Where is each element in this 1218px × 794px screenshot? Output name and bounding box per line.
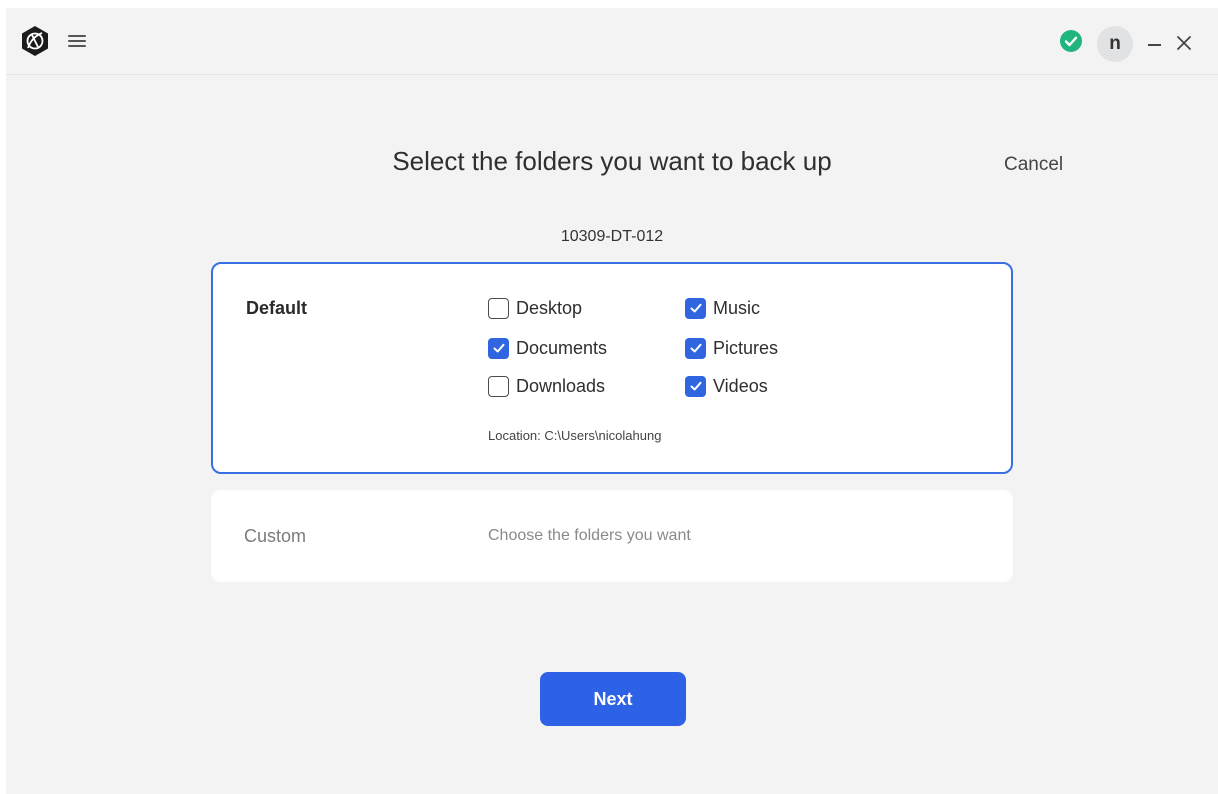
next-button[interactable]: Next — [540, 672, 686, 726]
checkbox-documents[interactable]: Documents — [488, 336, 607, 360]
backup-location: Location: C:\Users\nicolahung — [488, 428, 662, 443]
checkbox-icon[interactable] — [685, 297, 706, 319]
checkbox-label: Pictures — [713, 337, 779, 358]
checkbox-icon[interactable] — [488, 337, 509, 359]
checkbox-icon[interactable] — [488, 297, 509, 319]
checkbox-icon[interactable] — [488, 375, 509, 397]
hamburger-menu-icon[interactable] — [68, 32, 86, 48]
checkbox-desktop[interactable]: Desktop — [488, 296, 582, 320]
close-icon[interactable] — [1175, 34, 1193, 52]
default-option-card[interactable]: Default Desktop Documents Downloads Musi… — [211, 262, 1013, 474]
default-option-label: Default — [246, 298, 308, 318]
custom-option-description: Choose the folders you want — [488, 527, 691, 544]
checkbox-icon[interactable] — [685, 375, 706, 397]
checkbox-downloads[interactable]: Downloads — [488, 374, 605, 398]
checkbox-label: Documents — [516, 337, 608, 358]
app-window: n Select the folders you want to back up… — [6, 8, 1218, 794]
checkbox-label: Desktop — [516, 297, 583, 318]
app-logo-icon — [22, 26, 48, 56]
minimize-icon[interactable] — [1148, 44, 1161, 46]
check-circle-icon — [1060, 30, 1082, 52]
device-name: 10309-DT-012 — [560, 228, 664, 245]
titlebar: n — [6, 8, 1218, 75]
checkbox-label: Downloads — [516, 375, 606, 396]
checkbox-music[interactable]: Music — [685, 296, 760, 320]
checkbox-label: Videos — [713, 375, 768, 396]
custom-option-card[interactable]: Custom Choose the folders you want — [211, 490, 1013, 582]
checkbox-label: Music — [713, 297, 761, 318]
cancel-button[interactable]: Cancel — [1004, 154, 1063, 176]
checkbox-videos[interactable]: Videos — [685, 374, 768, 398]
user-avatar[interactable]: n — [1097, 26, 1133, 62]
checkbox-pictures[interactable]: Pictures — [685, 336, 778, 360]
checkbox-icon[interactable] — [685, 337, 706, 359]
custom-option-label: Custom — [244, 526, 307, 546]
